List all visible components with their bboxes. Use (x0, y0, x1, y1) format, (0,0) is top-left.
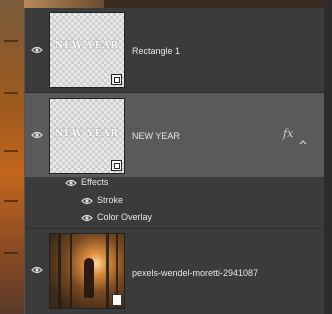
thumbnail-text: NEW YEAR (54, 129, 120, 139)
effect-stroke-row[interactable]: Stroke (25, 193, 325, 209)
layer-name[interactable]: Rectangle 1 (132, 46, 180, 56)
smart-object-icon (111, 74, 122, 85)
effects-label: Effects (81, 177, 109, 187)
layer-row-photo[interactable]: pexels-wendel-moretti-2941087 (25, 229, 325, 314)
eye-icon[interactable] (81, 197, 93, 205)
thumbnail-text: NEW YEAR (54, 41, 120, 51)
chevron-up-icon[interactable] (299, 132, 307, 145)
layer-row-new-year[interactable]: NEW YEAR NEW YEAR fx (25, 93, 325, 177)
eye-icon[interactable] (65, 179, 77, 187)
effects-row[interactable]: Effects (25, 175, 325, 191)
eye-icon[interactable] (31, 46, 43, 54)
eye-icon[interactable] (81, 214, 93, 222)
layers-panel: NEW YEAR Rectangle 1 NEW YEAR NEW YEAR f… (24, 8, 325, 314)
effect-color-overlay-row[interactable]: Color Overlay (25, 210, 325, 226)
scrollbar[interactable] (324, 0, 332, 314)
effect-label: Stroke (97, 195, 124, 205)
eye-icon[interactable] (31, 266, 43, 274)
fx-icon[interactable]: fx (283, 127, 293, 140)
canvas-background (0, 0, 24, 314)
layer-thumbnail: NEW YEAR (49, 12, 125, 88)
layer-thumbnail-photo (49, 233, 125, 309)
smart-object-icon (111, 160, 122, 171)
effect-label: Color Overlay (97, 212, 153, 222)
eye-icon[interactable] (31, 131, 43, 139)
document-icon (112, 294, 122, 306)
layer-name[interactable]: pexels-wendel-moretti-2941087 (132, 268, 258, 278)
layer-row-rectangle-1[interactable]: NEW YEAR Rectangle 1 (25, 8, 325, 92)
layer-thumbnail: NEW YEAR (49, 98, 125, 174)
layer-name[interactable]: NEW YEAR (132, 131, 180, 141)
